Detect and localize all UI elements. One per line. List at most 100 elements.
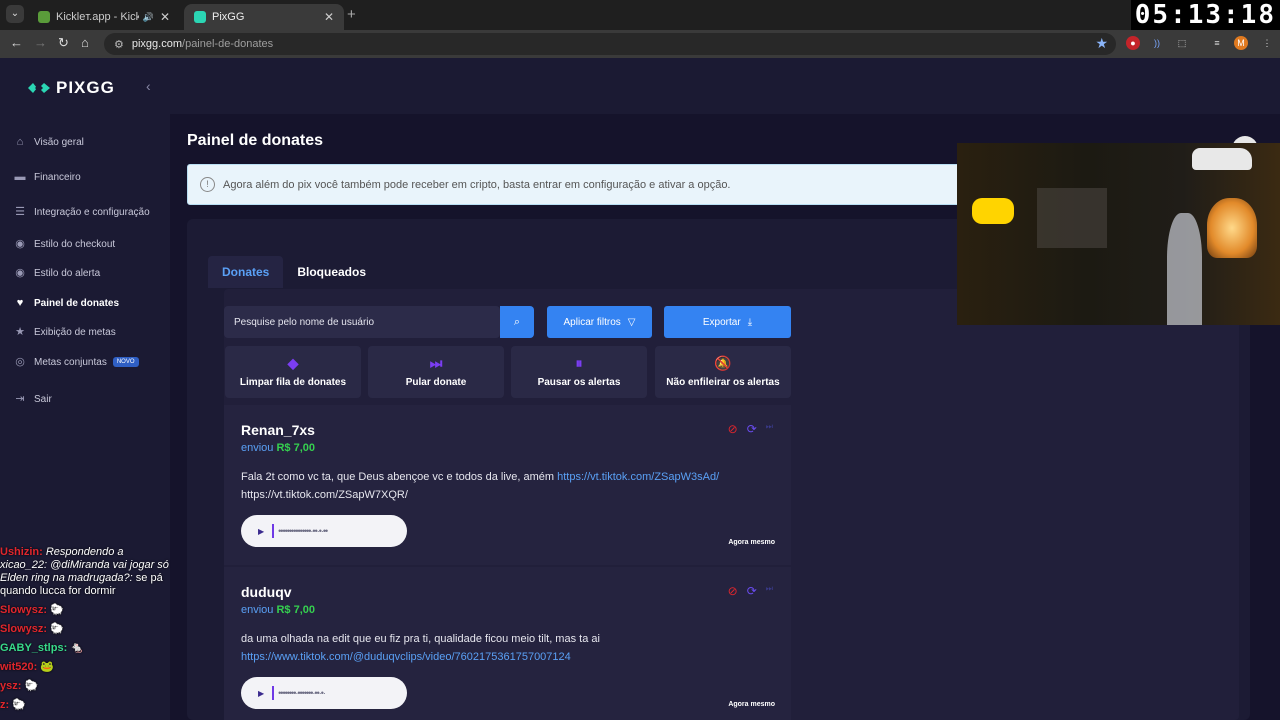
- page: PIXGG ‹ ⌂ Visão geral ▬ Financeiro ☰ Int…: [0, 58, 1280, 720]
- pixgg-logo[interactable]: PIXGG: [28, 78, 115, 98]
- block-icon[interactable]: ⊘: [728, 422, 738, 436]
- search-button[interactable]: ⌕: [500, 306, 534, 338]
- no-queue-alerts-button[interactable]: 🔕 Não enfileirar os alertas: [655, 346, 791, 398]
- close-tab-icon[interactable]: ✕: [324, 10, 334, 24]
- pixgg-favicon-icon: [194, 11, 206, 23]
- sidebar-item-estilo-alerta[interactable]: ◉ Estilo do alerta: [13, 266, 100, 280]
- sidebar-item-label: Painel de donates: [34, 297, 120, 309]
- donor-name: Renan_7xs: [241, 422, 315, 438]
- skip-small-icon[interactable]: ⏭: [766, 584, 773, 598]
- extension-wave-icon[interactable]: )): [1150, 36, 1164, 50]
- chat-user: z:: [0, 699, 10, 711]
- extension-record-icon[interactable]: ●: [1126, 36, 1140, 50]
- browser-tab-pixgg[interactable]: PixGG ✕: [184, 4, 344, 30]
- chat-message: z: 🐑: [0, 699, 170, 712]
- chat-message: GABY_stlps: 🐁: [0, 642, 170, 655]
- message-link[interactable]: https://vt.tiktok.com/ZSapW3sAd/: [557, 471, 719, 483]
- back-icon[interactable]: ←: [10, 35, 23, 50]
- chat-message: Slowysz: 🐑: [0, 604, 170, 617]
- action-label: Limpar fila de donates: [239, 377, 347, 388]
- reload-icon[interactable]: ↻: [58, 35, 69, 51]
- sidebar-item-label: Sair: [34, 393, 52, 405]
- replay-icon[interactable]: ⟳: [747, 422, 757, 436]
- collapse-sidebar-icon[interactable]: ‹: [146, 78, 151, 94]
- info-alert: ! Agora além do pix você também pode rec…: [187, 164, 987, 205]
- play-icon[interactable]: ▶: [258, 689, 264, 698]
- donation-actions: ⊘ ⟳ ⏭: [719, 422, 773, 436]
- waveform[interactable]: ••••••••·•••••••·••·•·: [278, 688, 326, 698]
- chat-message: Slowysz: 🐑: [0, 623, 170, 636]
- clear-queue-button[interactable]: ◆ Limpar fila de donates: [225, 346, 361, 398]
- page-title: Painel de donates: [187, 132, 324, 149]
- sent-label: enviou: [241, 442, 274, 454]
- sidebar-item-label: Exibição de metas: [34, 326, 116, 338]
- export-button[interactable]: Exportar ⤓: [664, 306, 791, 338]
- browser-tab-kicklet[interactable]: Kickleт.app - Kick Chatbot a 🔊 ✕: [28, 4, 180, 30]
- tab-donates[interactable]: Donates: [208, 256, 284, 288]
- sidebar-item-visao-geral[interactable]: ⌂ Visão geral: [13, 135, 84, 149]
- site-info-icon[interactable]: ⚙: [114, 38, 124, 51]
- message-text-2: https://vt.tiktok.com/ZSapW7XQR/: [241, 489, 408, 501]
- skip-donate-button[interactable]: ⏭ Pular donate: [368, 346, 504, 398]
- sidebar-item-metas-conjuntas[interactable]: ◎ Metas conjuntas NOVO: [13, 355, 139, 369]
- search-placeholder: Pesquise pelo nome de usuário: [234, 316, 375, 328]
- url-path: /painel-de-donates: [182, 38, 274, 50]
- webcam-shelf: [1037, 188, 1107, 248]
- sidebar-item-exibicao-metas[interactable]: ★ Exibição de metas: [13, 325, 116, 339]
- media-queue-icon[interactable]: ≡: [1210, 36, 1224, 50]
- palette-icon: ◉: [15, 238, 25, 250]
- search-input[interactable]: Pesquise pelo nome de usuário: [224, 306, 500, 338]
- sidebar-item-painel-donates[interactable]: ♥ Painel de donates: [13, 296, 119, 310]
- extensions-puzzle-icon[interactable]: ⬚: [1175, 36, 1189, 50]
- tab-bloqueados[interactable]: Bloqueados: [283, 256, 380, 288]
- chat-message: wit520: 🐸: [0, 661, 170, 674]
- donation-message: da uma olhada na edit que eu fiz pra ti,…: [241, 630, 771, 666]
- panel-tabs: Donates Bloqueados: [208, 256, 380, 288]
- play-icon[interactable]: ▶: [258, 527, 264, 536]
- donation-actions: ⊘ ⟳ ⏭: [719, 584, 773, 598]
- sidebar-item-label: Financeiro: [34, 171, 81, 183]
- apply-filters-button[interactable]: Aplicar filtros ▽: [547, 306, 652, 338]
- action-label: Pausar os alertas: [537, 377, 621, 388]
- profile-avatar[interactable]: M: [1234, 36, 1248, 50]
- chat-text: 🐑: [12, 699, 26, 711]
- sidebar-item-sair[interactable]: ⇥ Sair: [13, 392, 52, 406]
- chat-user: wit520:: [0, 661, 38, 673]
- waveform[interactable]: •••••••••••••••·••·•·••: [278, 526, 328, 536]
- donation-amount: R$ 7,00: [276, 604, 316, 616]
- new-tab-icon[interactable]: +: [347, 6, 356, 23]
- bookmark-star-icon[interactable]: ★: [1095, 35, 1108, 52]
- close-tab-icon[interactable]: ✕: [160, 10, 170, 24]
- home-browser-icon[interactable]: ⌂: [81, 35, 89, 50]
- export-label: Exportar: [702, 316, 741, 328]
- skip-small-icon[interactable]: ⏭: [766, 422, 773, 436]
- message-link[interactable]: https://www.tiktok.com/@duduqvclips/vide…: [241, 651, 571, 663]
- browser-tabbar: ⌄ Kickleт.app - Kick Chatbot a 🔊 ✕ PixGG…: [0, 0, 1280, 30]
- pause-alerts-button[interactable]: ⏸ Pausar os alertas: [511, 346, 647, 398]
- forward-icon[interactable]: →: [34, 35, 47, 50]
- playhead[interactable]: [272, 686, 275, 700]
- webcam-toy-car: [1192, 148, 1252, 170]
- audio-player[interactable]: ▶ ••••••••·•••••••·••·•·: [241, 677, 407, 709]
- sidebar-item-integracao[interactable]: ☰ Integração e configuração: [13, 205, 150, 219]
- chat-text: 🐸: [40, 661, 55, 673]
- donation-time: Agora mesmo: [728, 539, 775, 546]
- bell-off-icon: 🔕: [714, 355, 732, 371]
- sidebar-item-label: Visão geral: [34, 136, 84, 148]
- speaker-icon[interactable]: 🔊: [143, 12, 154, 23]
- sidebar-item-estilo-checkout[interactable]: ◉ Estilo do checkout: [13, 237, 115, 251]
- browser-menu-icon[interactable]: ⋮: [1260, 36, 1274, 50]
- chat-user: Slowysz:: [0, 623, 48, 635]
- address-bar[interactable]: ⚙ pixgg.com/painel-de-donates ★: [104, 33, 1116, 55]
- new-badge: NOVO: [112, 357, 139, 367]
- audio-player[interactable]: ▶ •••••••••••••••·••·•·••: [241, 515, 407, 547]
- playhead[interactable]: [272, 524, 275, 538]
- sidebar-item-label: Integração e configuração: [34, 206, 150, 218]
- block-icon[interactable]: ⊘: [728, 584, 738, 598]
- browser-toolbar: ← → ↻ ⌂ ⚙ pixgg.com/painel-de-donates ★ …: [0, 30, 1280, 58]
- tab-search-button[interactable]: ⌄: [6, 5, 24, 23]
- replay-icon[interactable]: ⟳: [747, 584, 757, 598]
- sidebar-item-financeiro[interactable]: ▬ Financeiro: [13, 170, 81, 184]
- message-text: da uma olhada na edit que eu fiz pra ti,…: [241, 633, 600, 645]
- clock-overlay: 05:13:18: [1130, 0, 1280, 30]
